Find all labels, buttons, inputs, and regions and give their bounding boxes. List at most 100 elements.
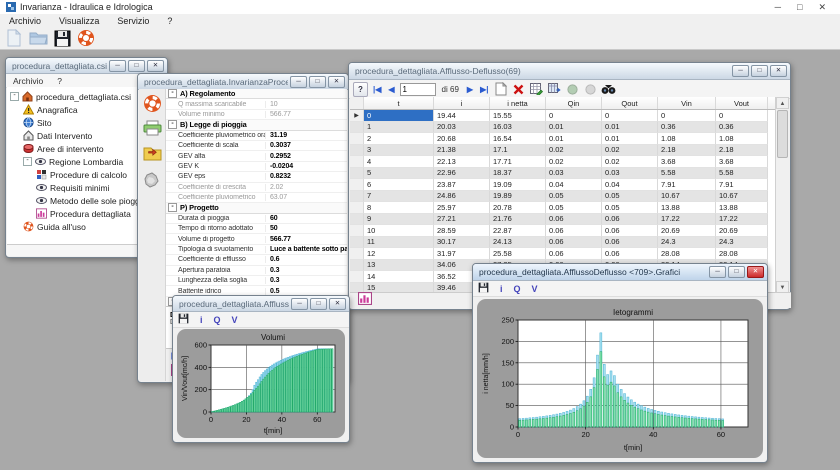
cell[interactable]: 16.54	[490, 133, 546, 145]
help-lifering-icon[interactable]	[143, 94, 162, 113]
cell[interactable]: 0.06	[602, 214, 658, 226]
next-record-button[interactable]: ▶	[465, 85, 475, 94]
property-value[interactable]: Luce a battente sotto parat	[266, 246, 347, 253]
cell[interactable]: 22.96	[434, 168, 490, 180]
property-row[interactable]: Tipologia di svuotamentoLuce a battente …	[166, 245, 347, 255]
cell[interactable]: 0.01	[602, 133, 658, 145]
property-section[interactable]: -A) Regolamento	[166, 89, 347, 99]
property-row[interactable]: Coefficiente di scala0.3037	[166, 141, 347, 151]
edit-grid-button[interactable]	[529, 82, 544, 97]
main-titlebar[interactable]: Invarianza - Idraulica e Idrologica ─ □ …	[0, 0, 840, 14]
cell[interactable]: 11	[364, 237, 434, 249]
table-row[interactable]: 1028.5922.870.060.0620.6920.69	[350, 225, 778, 237]
toggle-i-button[interactable]: i	[200, 315, 203, 325]
cell[interactable]: 0.06	[546, 248, 602, 260]
cell[interactable]: 2	[364, 133, 434, 145]
delete-icon[interactable]	[143, 172, 162, 191]
minimize-button[interactable]: ─	[709, 266, 726, 278]
chart-pink-icon[interactable]	[358, 292, 372, 310]
table-row[interactable]: 1231.9725.580.060.0628.0828.08	[350, 248, 778, 260]
minimize-button[interactable]: ─	[290, 76, 307, 88]
tree-window-titlebar[interactable]: procedura_dettagliata.csi ─ □ ✕	[6, 58, 167, 74]
maximize-button[interactable]: □	[128, 60, 145, 72]
cell[interactable]: 28.08	[658, 248, 716, 260]
property-value[interactable]: 2.02	[266, 184, 347, 191]
property-section[interactable]: -B) Legge di pioggia	[166, 120, 347, 130]
cell[interactable]: 8	[364, 202, 434, 214]
property-value[interactable]: 0.8232	[266, 173, 347, 180]
row-selector[interactable]	[350, 214, 364, 226]
cell[interactable]: 1.08	[716, 133, 768, 145]
save-chart-button[interactable]	[478, 280, 489, 298]
cell[interactable]: 17.1	[490, 145, 546, 157]
cell[interactable]: 17.71	[490, 156, 546, 168]
cell[interactable]: 0	[602, 110, 658, 122]
property-row[interactable]: Coefficiente di crescita2.02	[166, 183, 347, 193]
property-row[interactable]: Q massima scaricabile10	[166, 99, 347, 109]
table-row[interactable]: 220.6816.540.010.011.081.08	[350, 133, 778, 145]
maximize-button[interactable]: □	[751, 65, 768, 77]
menu-item-servizio[interactable]: Servizio	[108, 14, 158, 27]
cell[interactable]: 0.03	[602, 168, 658, 180]
close-button[interactable]: ✕	[328, 76, 345, 88]
row-selector[interactable]	[350, 156, 364, 168]
cell[interactable]: 24.13	[490, 237, 546, 249]
properties-window-titlebar[interactable]: procedura_dettagliata.InvarianzaProcedur…	[138, 74, 348, 90]
new-file-button[interactable]	[4, 28, 24, 48]
row-selector[interactable]	[350, 271, 364, 283]
cell[interactable]: 4	[364, 156, 434, 168]
property-row[interactable]: Coefficiente pluviometrico orario31.19	[166, 131, 347, 141]
table-row[interactable]: 321.3817.10.020.022.182.18	[350, 145, 778, 157]
first-record-button[interactable]: |◀	[371, 85, 383, 94]
property-value[interactable]: 566.77	[266, 111, 347, 118]
cell[interactable]: 18.37	[490, 168, 546, 180]
cell[interactable]: 3	[364, 145, 434, 157]
property-value[interactable]: 0.3037	[266, 142, 347, 149]
property-value[interactable]: 10	[266, 101, 347, 108]
cell[interactable]: 0	[546, 110, 602, 122]
volumi-window-titlebar[interactable]: procedura_dettagliata.AfflussoDeflus... …	[173, 296, 349, 312]
property-row[interactable]: Apertura paratoia0.3	[166, 266, 347, 276]
cell[interactable]: 0.06	[546, 214, 602, 226]
cell[interactable]: 0.02	[602, 156, 658, 168]
export-icon[interactable]	[143, 146, 162, 165]
cell[interactable]: 0.02	[602, 145, 658, 157]
cell[interactable]: 27.21	[434, 214, 490, 226]
cell[interactable]: 13.88	[658, 202, 716, 214]
cell[interactable]: 24.3	[658, 237, 716, 249]
cell[interactable]: 0.06	[602, 225, 658, 237]
cell[interactable]: 20.69	[716, 225, 768, 237]
cell[interactable]: 10.67	[658, 191, 716, 203]
cell[interactable]: 22.13	[434, 156, 490, 168]
row-selector[interactable]	[350, 248, 364, 260]
cell[interactable]: 0.05	[546, 191, 602, 203]
cell[interactable]: 0.06	[602, 237, 658, 249]
cell[interactable]: 5.58	[716, 168, 768, 180]
menu-item-archivio[interactable]: Archivio	[0, 14, 50, 27]
cell[interactable]: 13.88	[716, 202, 768, 214]
close-button[interactable]: ✕	[747, 266, 764, 278]
last-record-button[interactable]: ▶|	[478, 85, 490, 94]
cell[interactable]: 0.36	[658, 122, 716, 134]
cell[interactable]: 19.09	[490, 179, 546, 191]
table-window-titlebar[interactable]: procedura_dettagliata.Afflusso-Deflusso(…	[349, 63, 790, 80]
cell[interactable]: 12	[364, 248, 434, 260]
maximize-button[interactable]: □	[310, 298, 327, 310]
cell[interactable]: 0	[716, 110, 768, 122]
row-selector[interactable]	[350, 191, 364, 203]
tree-expander[interactable]: -	[10, 92, 19, 101]
property-value[interactable]: -0.0204	[266, 163, 347, 170]
collapse-icon[interactable]: -	[168, 203, 177, 212]
cell[interactable]: 21.38	[434, 145, 490, 157]
delete-record-button[interactable]	[511, 82, 526, 97]
cell[interactable]: 20.03	[434, 122, 490, 134]
property-value[interactable]: 60	[266, 215, 347, 222]
cell[interactable]: 30.17	[434, 237, 490, 249]
cell[interactable]: 13	[364, 260, 434, 272]
toggle-v-button[interactable]: V	[232, 315, 238, 325]
toggle-q-button[interactable]: Q	[514, 284, 521, 294]
cell[interactable]: 0.04	[602, 179, 658, 191]
minimize-button[interactable]: ─	[109, 60, 126, 72]
cell[interactable]: 25.58	[490, 248, 546, 260]
cell[interactable]: 10.67	[716, 191, 768, 203]
